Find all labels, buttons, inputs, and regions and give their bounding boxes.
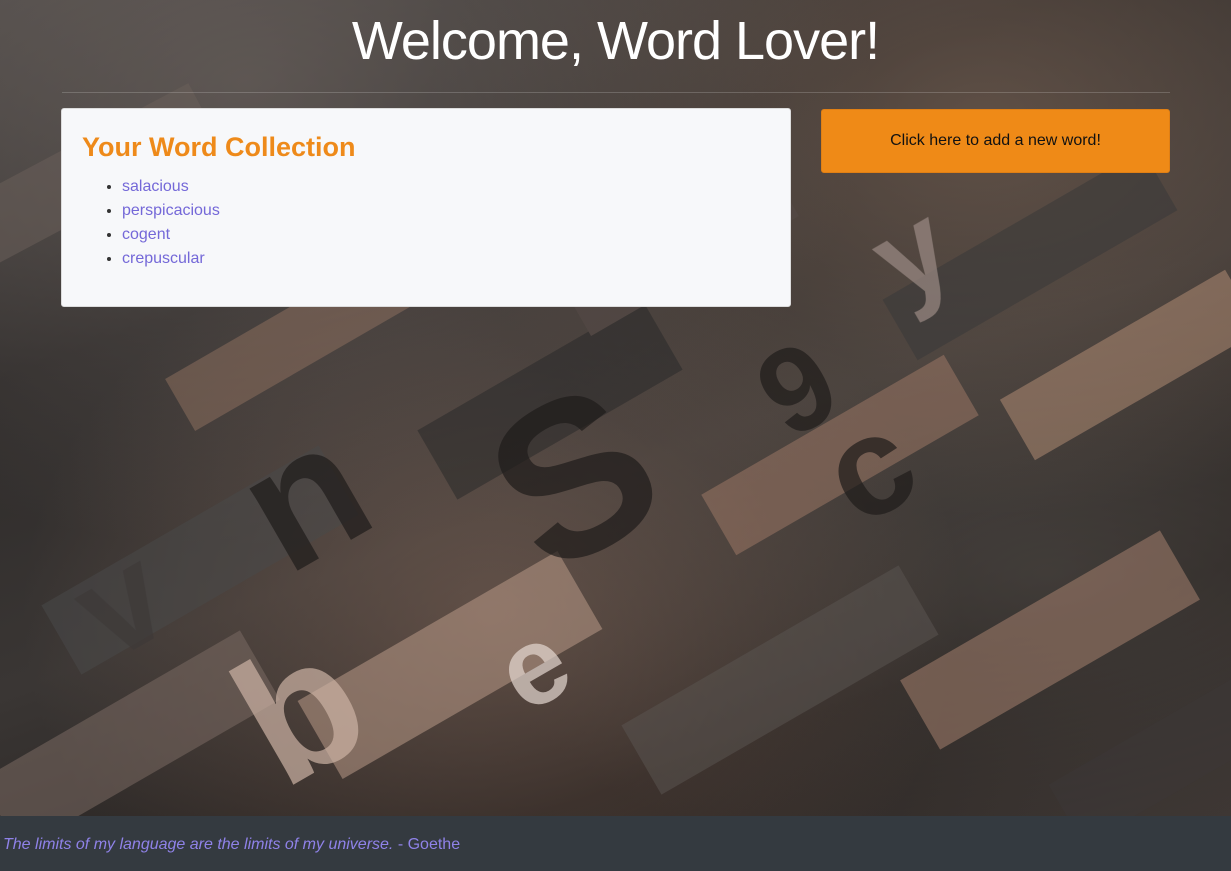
footer: The limits of my language are the limits… xyxy=(0,816,1231,871)
word-link-cogent[interactable]: cogent xyxy=(122,226,170,243)
title-divider xyxy=(62,92,1170,93)
word-collection-heading: Your Word Collection xyxy=(82,132,356,162)
word-link-perspicacious[interactable]: perspicacious xyxy=(122,202,220,219)
page: 9 S n b c y e v Welcome, Word Lover! You… xyxy=(0,0,1231,871)
list-item: salacious xyxy=(122,175,220,199)
page-title: Welcome, Word Lover! xyxy=(351,11,880,71)
list-item: perspicacious xyxy=(122,199,220,223)
list-item: crepuscular xyxy=(122,247,220,271)
word-list: salacious perspicacious cogent crepuscul… xyxy=(82,175,220,271)
word-link-crepuscular[interactable]: crepuscular xyxy=(122,250,205,267)
add-word-button[interactable]: Click here to add a new word! xyxy=(821,109,1170,173)
quote-text: The limits of my language are the limits… xyxy=(3,836,394,853)
quote-attribution: - Goethe xyxy=(397,836,461,853)
word-link-salacious[interactable]: salacious xyxy=(122,178,189,195)
list-item: cogent xyxy=(122,223,220,247)
word-collection-card: Your Word Collection salacious perspicac… xyxy=(61,108,791,307)
footer-quote: The limits of my language are the limits… xyxy=(3,836,460,854)
